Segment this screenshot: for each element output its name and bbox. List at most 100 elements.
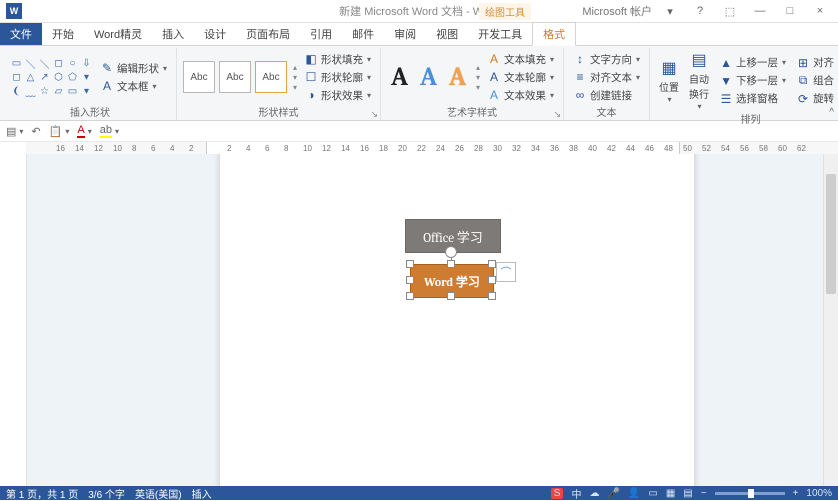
bring-forward-button[interactable]: ▲上移一层▾	[716, 54, 789, 71]
gallery-scroll-up-icon[interactable]: ▴	[293, 63, 297, 72]
align-button[interactable]: ⊞对齐▾	[793, 54, 838, 71]
resize-handle[interactable]	[406, 276, 414, 284]
gallery-scroll-down-icon[interactable]: ▾	[293, 73, 297, 82]
create-link-button[interactable]: ∞创建链接	[570, 87, 643, 104]
document-canvas[interactable]: Office 学习 Word 学习 ⌒	[27, 154, 838, 486]
wordart-preset[interactable]: A	[416, 62, 441, 92]
shape-icon[interactable]: ＼	[38, 57, 51, 70]
zoom-slider-thumb[interactable]	[748, 489, 754, 498]
collapse-ribbon-icon[interactable]: ^	[829, 107, 834, 118]
tab-view[interactable]: 视图	[426, 23, 468, 45]
minimize-button[interactable]: —	[748, 5, 772, 17]
position-button[interactable]: ▦位置▾	[656, 58, 682, 104]
shape-icon[interactable]: ▾	[80, 85, 93, 98]
shape-icon[interactable]: ☆	[38, 85, 51, 98]
shape-icon[interactable]: ⬡	[52, 71, 65, 84]
send-backward-button[interactable]: ▼下移一层▾	[716, 72, 789, 89]
shapes-gallery[interactable]: ▭＼＼◻○⇩ ◻△↗⬡⬠▾ ❨﹏☆▱▭▾	[10, 57, 93, 98]
shape-icon[interactable]: ○	[66, 57, 79, 70]
page[interactable]: Office 学习 Word 学习 ⌒	[219, 154, 695, 486]
help-icon[interactable]: ?	[688, 5, 712, 17]
tab-insert[interactable]: 插入	[152, 23, 194, 45]
shape-icon[interactable]: ▭	[66, 85, 79, 98]
shape-effects-button[interactable]: ◑形状效果▾	[301, 87, 374, 104]
maximize-button[interactable]: □	[778, 5, 802, 17]
paste-button[interactable]: 📋▾	[49, 125, 70, 138]
tab-layout[interactable]: 页面布局	[236, 23, 300, 45]
resize-handle[interactable]	[488, 292, 496, 300]
status-icon[interactable]: ☁	[589, 488, 599, 499]
wordart-preset[interactable]: A	[387, 62, 412, 92]
account-dropdown-icon[interactable]: ▾	[658, 5, 682, 18]
resize-handle[interactable]	[488, 260, 496, 268]
status-icon[interactable]: 👤	[628, 488, 640, 499]
close-button[interactable]: ×	[808, 5, 832, 17]
ribbon-display-options-icon[interactable]: ⬚	[718, 5, 742, 18]
shape-word-selected[interactable]: Word 学习 ⌒	[410, 264, 492, 296]
app-icon[interactable]: W	[6, 3, 22, 19]
zoom-level[interactable]: 100%	[806, 488, 832, 499]
highlight-button[interactable]: ab▾	[100, 124, 119, 138]
tab-file[interactable]: 文件	[0, 23, 42, 45]
shape-icon[interactable]: ﹏	[24, 85, 37, 98]
zoom-slider[interactable]	[715, 492, 785, 495]
shape-icon[interactable]: ▭	[10, 57, 23, 70]
edit-shape-button[interactable]: ✎编辑形状▾	[97, 60, 170, 77]
tab-references[interactable]: 引用	[300, 23, 342, 45]
align-text-button[interactable]: ≡对齐文本▾	[570, 69, 643, 86]
group-button[interactable]: ⧉组合▾	[793, 72, 838, 89]
tab-format[interactable]: 格式	[532, 22, 576, 46]
shape-style-preset[interactable]: Abc	[219, 61, 251, 93]
rotate-button[interactable]: ⟳旋转▾	[793, 90, 838, 107]
zoom-out-button[interactable]: −	[701, 488, 707, 499]
text-box-button[interactable]: A文本框▾	[97, 78, 170, 95]
resize-handle[interactable]	[447, 292, 455, 300]
vertical-scrollbar[interactable]	[823, 154, 838, 486]
gallery-more-icon[interactable]: ▾	[293, 83, 297, 92]
shape-outline-button[interactable]: ☐形状轮廓▾	[301, 69, 374, 86]
rotate-handle[interactable]	[445, 246, 457, 258]
tab-home[interactable]: 开始	[42, 23, 84, 45]
status-words[interactable]: 3/6 个字	[88, 486, 125, 501]
shape-icon[interactable]: ◻	[10, 71, 23, 84]
wrap-text-button[interactable]: ▤自动换行▾	[686, 50, 712, 111]
tab-mailings[interactable]: 邮件	[342, 23, 384, 45]
status-language[interactable]: 英语(美国)	[135, 486, 182, 501]
shape-icon[interactable]: △	[24, 71, 37, 84]
gallery-scroll-up-icon[interactable]: ▴	[476, 63, 480, 72]
dialog-launcher-icon[interactable]: ↘	[371, 109, 379, 120]
tab-review[interactable]: 审阅	[384, 23, 426, 45]
scrollbar-thumb[interactable]	[826, 174, 836, 294]
shape-icon[interactable]: ＼	[24, 57, 37, 70]
shape-fill-button[interactable]: ◧形状填充▾	[301, 51, 374, 68]
layout-options-button[interactable]: ⌒	[496, 262, 516, 282]
undo-button[interactable]: ↶	[31, 125, 40, 138]
resize-handle[interactable]	[406, 260, 414, 268]
ime-lang[interactable]: 中	[571, 486, 581, 501]
shape-icon[interactable]: ◻	[52, 57, 65, 70]
shape-style-preset[interactable]: Abc	[183, 61, 215, 93]
view-web-layout-icon[interactable]: ▤	[683, 488, 692, 499]
resize-handle[interactable]	[406, 292, 414, 300]
text-effects-button[interactable]: A文本效果▾	[484, 87, 557, 104]
text-fill-button[interactable]: A文本填充▾	[484, 51, 557, 68]
wordart-preset[interactable]: A	[445, 62, 470, 92]
status-mode[interactable]: 插入	[192, 486, 212, 501]
font-color-button[interactable]: A▾	[77, 124, 91, 138]
view-print-layout-icon[interactable]: ▦	[666, 488, 675, 499]
view-read-mode-icon[interactable]: ▭	[648, 488, 657, 499]
shape-icon[interactable]: ↗	[38, 71, 51, 84]
zoom-in-button[interactable]: +	[793, 488, 799, 499]
shape-style-preset[interactable]: Abc	[255, 61, 287, 93]
ime-indicator[interactable]: S	[551, 488, 564, 499]
shape-icon[interactable]: ❨	[10, 85, 23, 98]
shape-icon[interactable]: ▾	[80, 71, 93, 84]
tab-developer[interactable]: 开发工具	[468, 23, 532, 45]
selection-pane-button[interactable]: ☰选择窗格	[716, 90, 789, 107]
nav-pane-toggle[interactable]: ▤▾	[6, 125, 23, 138]
resize-handle[interactable]	[488, 276, 496, 284]
account-label[interactable]: Microsoft 帐户	[582, 3, 652, 19]
shape-icon[interactable]: ⬠	[66, 71, 79, 84]
text-direction-button[interactable]: ↕文字方向▾	[570, 51, 643, 68]
shape-icon[interactable]: ▱	[52, 85, 65, 98]
